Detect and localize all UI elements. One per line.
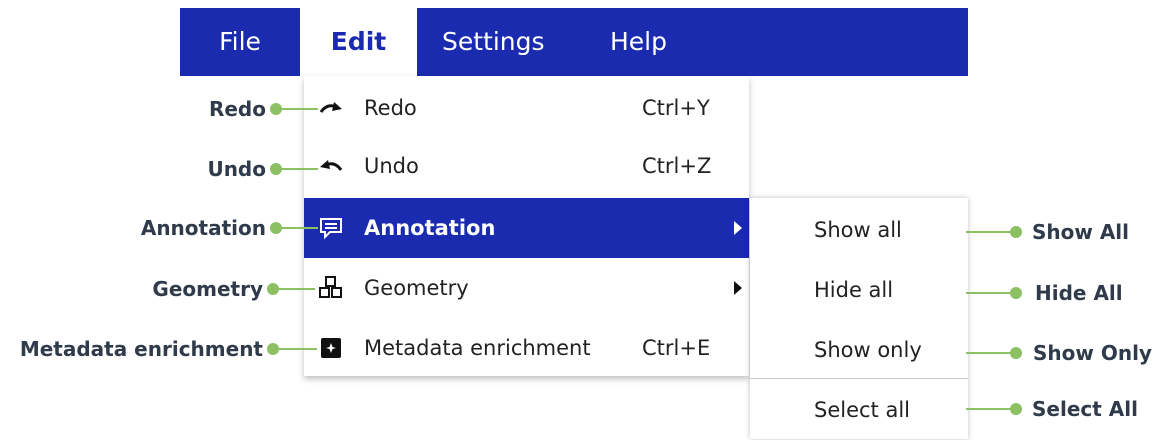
callout-line <box>966 292 1012 294</box>
callout-undo: Undo <box>207 157 266 181</box>
callout-line <box>966 352 1012 354</box>
menu-bar: File Edit Settings Help <box>180 8 968 76</box>
menu-item-annotation[interactable]: Annotation <box>304 198 749 258</box>
menu-item-label: Undo <box>364 154 419 178</box>
submenu-item-label: Show all <box>814 218 902 242</box>
callout-metadata-enrichment: Metadata enrichment <box>19 337 263 361</box>
menu-settings[interactable]: Settings <box>442 8 572 76</box>
menu-item-redo[interactable]: Redo Ctrl+Y <box>304 78 749 138</box>
menu-item-shortcut: Ctrl+E <box>642 336 711 360</box>
menu-item-undo[interactable]: Undo Ctrl+Z <box>304 136 749 196</box>
callout-hide-all: Hide All <box>1035 281 1123 305</box>
submenu-arrow-icon <box>734 281 742 295</box>
submenu-item-label: Hide all <box>814 278 894 302</box>
geometry-icon <box>318 276 344 300</box>
menu-item-label: Geometry <box>364 276 469 300</box>
callout-line <box>277 288 315 290</box>
menu-item-label: Annotation <box>364 216 496 240</box>
callout-dot <box>1010 347 1022 359</box>
callout-dot <box>1010 226 1022 238</box>
menu-item-shortcut: Ctrl+Y <box>642 96 710 120</box>
callout-line <box>280 168 318 170</box>
redo-icon <box>318 96 344 120</box>
annotation-icon <box>318 216 344 240</box>
callout-show-all: Show All <box>1032 220 1130 244</box>
menu-item-shortcut: Ctrl+Z <box>642 154 712 178</box>
menu-item-label: Metadata enrichment <box>364 336 591 360</box>
menu-edit[interactable]: Edit <box>300 8 417 76</box>
annotation-submenu: Show all Hide all Show only Select all <box>750 198 968 439</box>
callout-annotation: Annotation <box>140 216 266 240</box>
callout-select-all: Select All <box>1032 397 1138 421</box>
callout-line <box>280 227 318 229</box>
submenu-item-hide-all[interactable]: Hide all <box>750 260 968 320</box>
callout-line <box>277 348 317 350</box>
submenu-item-show-all[interactable]: Show all <box>750 200 968 260</box>
menu-file[interactable]: File <box>180 8 300 76</box>
callout-line <box>966 231 1012 233</box>
submenu-item-select-all[interactable]: Select all <box>750 380 968 440</box>
submenu-arrow-icon <box>734 221 742 235</box>
callout-dot <box>1010 287 1022 299</box>
callout-redo: Redo <box>208 97 266 121</box>
menu-item-label: Redo <box>364 96 417 120</box>
submenu-item-show-only[interactable]: Show only <box>750 320 968 380</box>
metadata-icon <box>318 336 344 360</box>
edit-dropdown: Redo Ctrl+Y Undo Ctrl+Z Annotation Geome… <box>304 76 749 376</box>
submenu-divider <box>750 378 968 379</box>
undo-icon <box>318 154 344 178</box>
submenu-item-label: Show only <box>814 338 922 362</box>
submenu-item-label: Select all <box>814 398 910 422</box>
menu-item-geometry[interactable]: Geometry <box>304 258 749 318</box>
menu-help[interactable]: Help <box>610 8 690 76</box>
callout-line <box>966 408 1012 410</box>
callout-line <box>280 108 318 110</box>
callout-geometry: Geometry <box>152 277 263 301</box>
callout-show-only: Show Only <box>1033 341 1152 365</box>
callout-dot <box>1010 403 1022 415</box>
menu-item-metadata-enrichment[interactable]: Metadata enrichment Ctrl+E <box>304 318 749 378</box>
